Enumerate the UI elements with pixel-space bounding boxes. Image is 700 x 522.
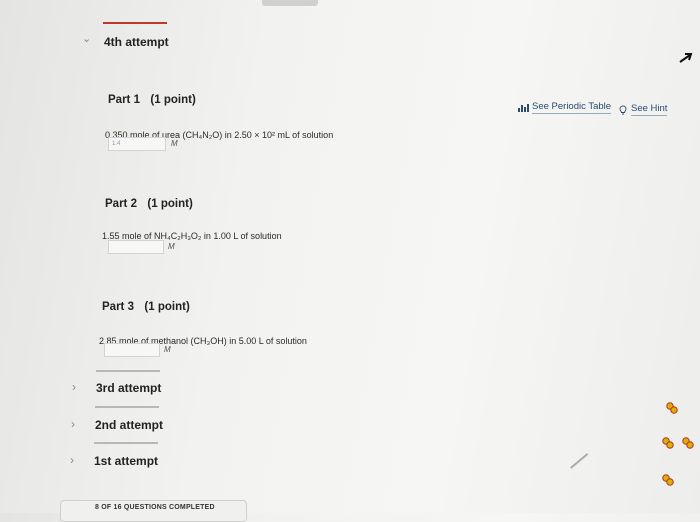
attempt-2-status-icon-secondary (682, 437, 694, 449)
active-attempt-rule (103, 22, 167, 24)
lightbulb-icon (619, 105, 627, 114)
chevron-right-icon[interactable]: › (70, 453, 74, 467)
part-1-title: Part 1 (108, 94, 140, 106)
see-hint-link[interactable]: See Hint (619, 103, 668, 116)
progress-text: 8 OF 16 QUESTIONS COMPLETED (95, 504, 215, 511)
attempt-divider-2 (95, 406, 159, 408)
periodic-table-icon (518, 104, 529, 112)
attempt-divider-3 (96, 370, 160, 372)
chevron-right-icon[interactable]: › (72, 380, 76, 394)
part-3-title: Part 3 (102, 301, 134, 313)
chevron-down-icon[interactable]: ⌄ (82, 32, 91, 45)
part-3-answer-input[interactable] (104, 343, 160, 357)
part-3-header: Part 3 (1 point) (102, 297, 190, 315)
see-periodic-table-link[interactable]: See Periodic Table (518, 101, 612, 114)
part-2-points: (1 point) (147, 198, 193, 210)
arrow-up-right-icon (679, 53, 693, 63)
stray-mark (570, 453, 588, 469)
attempt-3-status-icon (666, 402, 678, 414)
attempt-1-title[interactable]: 1st attempt (94, 454, 158, 468)
part-2-answer-input[interactable] (108, 240, 164, 254)
attempt-2-status-icon (662, 437, 674, 449)
part-2-header: Part 2 (1 point) (105, 194, 193, 212)
part-2-title: Part 2 (105, 198, 137, 210)
attempt-3-title[interactable]: 3rd attempt (96, 381, 161, 395)
part-1-answer-input[interactable]: 1.4 (108, 137, 166, 151)
attempt-divider-1 (94, 442, 158, 444)
see-periodic-table-label: See Periodic Table (532, 101, 612, 114)
part-2-unit: M (168, 242, 175, 251)
see-hint-label: See Hint (631, 103, 668, 116)
top-scroll-fragment (262, 0, 318, 6)
part-3-unit: M (164, 345, 171, 354)
attempt-2-title[interactable]: 2nd attempt (95, 418, 163, 432)
chevron-right-icon[interactable]: › (71, 417, 75, 431)
part-3-points: (1 point) (144, 301, 190, 313)
part-1-header: Part 1 (1 point) (108, 90, 196, 108)
part-1-unit: M (171, 139, 178, 148)
part-1-points: (1 point) (150, 94, 196, 106)
attempt-1-status-icon (662, 474, 674, 486)
attempt-4-title[interactable]: 4th attempt (104, 35, 169, 49)
